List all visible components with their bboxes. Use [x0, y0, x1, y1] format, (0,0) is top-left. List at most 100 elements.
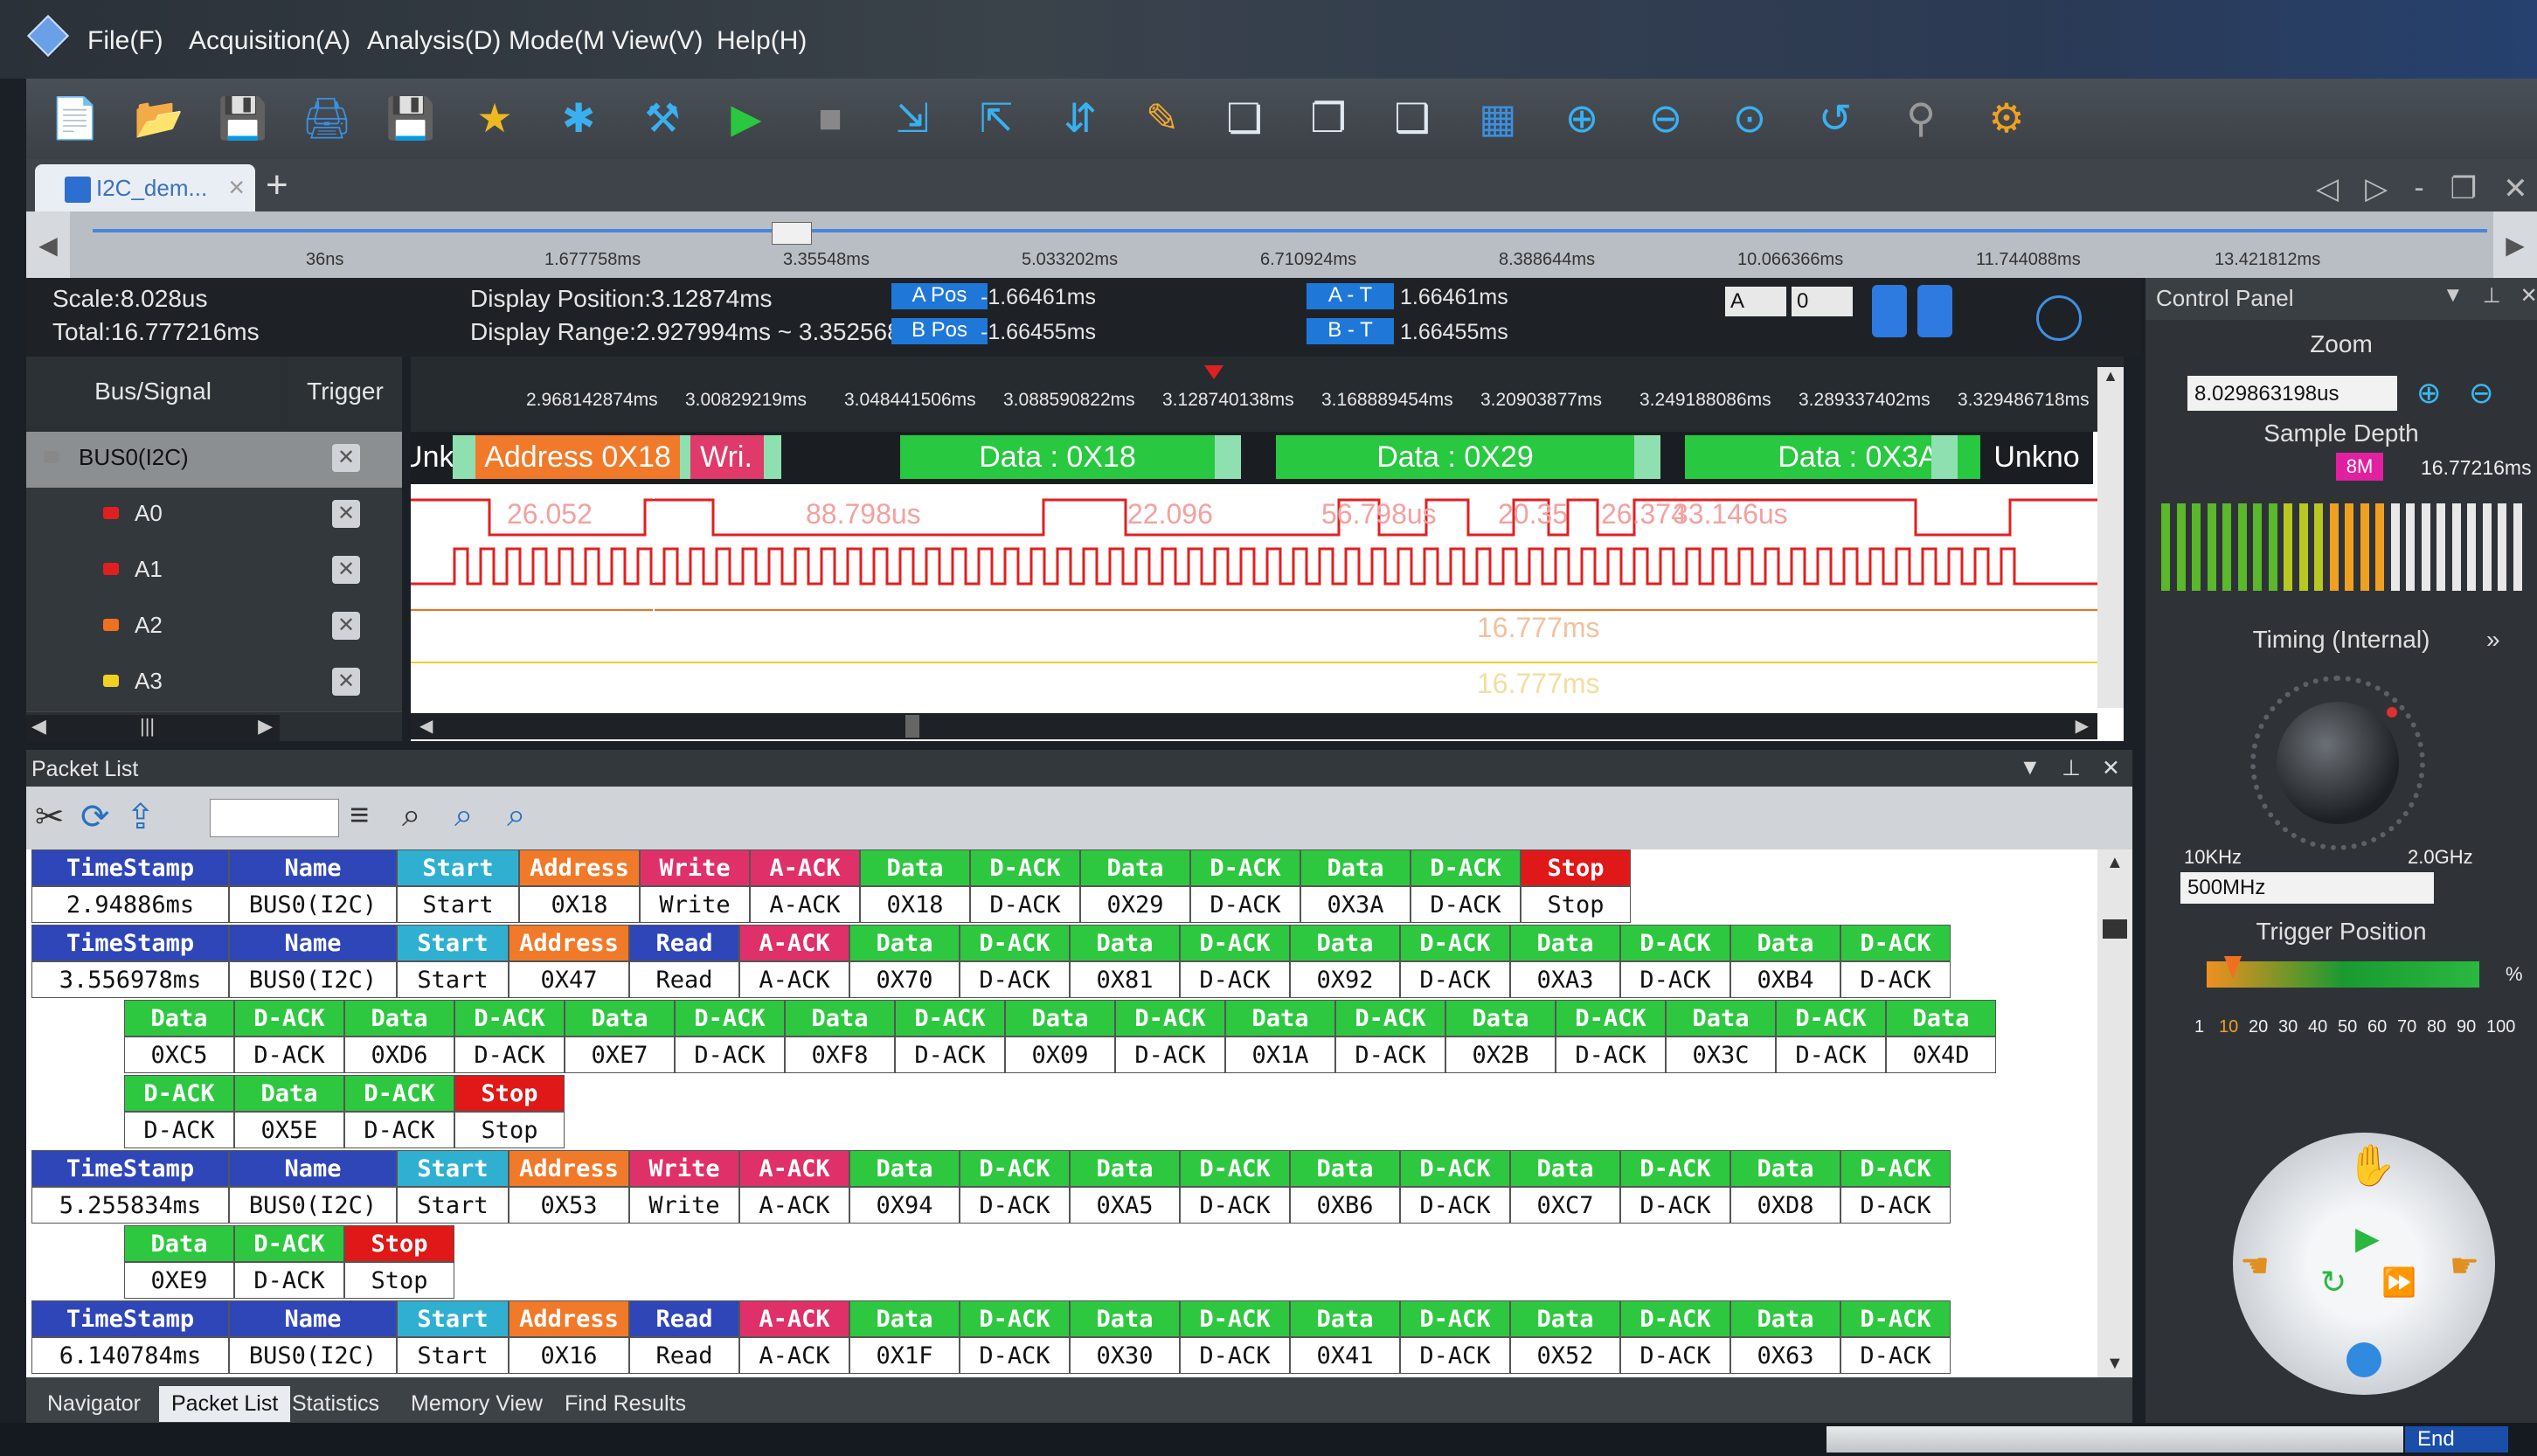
pin-icon[interactable]: ⚲ [1891, 87, 1951, 149]
tools-icon[interactable]: ⚒ [633, 87, 692, 149]
settings-icon[interactable]: ⚙ [1977, 87, 2036, 149]
trigger-position-slider[interactable] [2207, 961, 2479, 988]
star-icon[interactable]: ★ [465, 87, 524, 149]
marker-a-icon[interactable] [1872, 285, 1907, 337]
packet-value-cell[interactable]: D-ACK [1400, 1337, 1510, 1374]
cursor-marker-icon[interactable]: ⇵ [1050, 87, 1110, 149]
play-icon[interactable]: ▶ [2355, 1220, 2380, 1257]
bus-segment[interactable]: Data : 0X29 [1276, 435, 1634, 479]
frequency-knob[interactable] [2250, 676, 2425, 850]
packet-value-cell[interactable]: Start [397, 961, 509, 998]
cursor-icon[interactable]: ⇱ [967, 87, 1026, 149]
bus-segment[interactable]: Wri. [689, 435, 764, 479]
signal-row[interactable]: A0 ✕ [26, 488, 402, 544]
signal-scrollbar[interactable]: ◀ ||| ▶ [26, 715, 280, 741]
packet-value-cell[interactable]: 0XD6 [344, 1037, 454, 1073]
pointer-hand-icon[interactable]: ✋ [2346, 1141, 2396, 1189]
packet-value-cell[interactable]: 0X41 [1290, 1337, 1400, 1374]
packet-value-cell[interactable]: A-ACK [750, 886, 860, 923]
export-icon[interactable]: ⇪ [126, 797, 156, 837]
packet-value-cell[interactable]: 0X3A [1300, 886, 1411, 923]
signal-row[interactable]: A3 ✕ [26, 655, 402, 712]
refresh-icon[interactable]: ⟳ [80, 797, 110, 837]
packet-value-cell[interactable]: D-ACK [1335, 1037, 1445, 1073]
packet-value-cell[interactable]: D-ACK [1115, 1037, 1225, 1073]
packet-value-cell[interactable]: 3.556978ms [31, 961, 229, 998]
packet-value-cell[interactable]: 0XE7 [565, 1037, 675, 1073]
packet-value-cell[interactable]: 0XF8 [785, 1037, 895, 1073]
run-control-dial[interactable]: ✋ ▶ ↻ ⏩ ☚ ☛ [2233, 1133, 2495, 1395]
menu-helph[interactable]: Help(H) [717, 26, 807, 56]
bus-segment[interactable]: Unk. [411, 435, 453, 479]
packet-value-cell[interactable]: 0X52 [1510, 1337, 1620, 1374]
trigger-toggle-icon[interactable]: ✕ [332, 668, 360, 696]
menu-acquisitiona[interactable]: Acquisition(A) [189, 26, 350, 56]
list-format-icon[interactable]: ≡ [350, 797, 369, 835]
pin-icon[interactable]: ⊥ [2483, 283, 2501, 309]
packet-value-cell[interactable]: BUS0(I2C) [229, 1337, 397, 1374]
clipboard-icon[interactable]: ❑ [1383, 87, 1442, 149]
zoom-out-icon[interactable]: ⊖ [1636, 87, 1695, 149]
trigger-toggle-icon[interactable]: ✕ [332, 612, 360, 640]
cursor-add-icon[interactable]: ⇲ [883, 87, 942, 149]
packet-value-cell[interactable]: A-ACK [739, 1337, 849, 1374]
packet-value-cell[interactable]: 0XE9 [124, 1262, 234, 1299]
add-tab-button[interactable]: + [266, 166, 288, 205]
packet-value-cell[interactable]: 0XA5 [1070, 1187, 1180, 1224]
packet-value-cell[interactable]: D-ACK [1400, 1187, 1510, 1224]
packet-value-cell[interactable]: D-ACK [344, 1112, 454, 1148]
packet-value-cell[interactable]: D-ACK [1180, 1187, 1290, 1224]
repeat-icon[interactable]: ↻ [2320, 1264, 2346, 1300]
packet-value-cell[interactable]: D-ACK [234, 1037, 344, 1073]
time-sync-icon[interactable] [2036, 295, 2082, 341]
packet-value-cell[interactable]: 0XC7 [1510, 1187, 1620, 1224]
find-icon[interactable]: ⌕ [402, 797, 420, 835]
packet-value-cell[interactable]: D-ACK [960, 1187, 1070, 1224]
menu-filef[interactable]: File(F) [87, 26, 163, 56]
frequency-select[interactable]: 500MHz [2180, 872, 2434, 904]
packet-value-cell[interactable]: 0X2B [1445, 1037, 1556, 1073]
zoom-in-icon[interactable]: ⊕ [2416, 376, 2442, 411]
refresh-icon[interactable]: ↺ [1806, 87, 1865, 149]
packet-value-cell[interactable]: D-ACK [1400, 961, 1510, 998]
dropdown-icon[interactable]: ▼ [2443, 283, 2464, 309]
packet-value-cell[interactable]: Stop [1521, 886, 1631, 923]
packet-value-cell[interactable]: 0X09 [1005, 1037, 1115, 1073]
packet-value-cell[interactable]: D-ACK [1556, 1037, 1666, 1073]
trigger-toggle-icon[interactable]: ✕ [332, 556, 360, 584]
packet-value-cell[interactable]: 0XB6 [1290, 1187, 1400, 1224]
stop-icon[interactable]: ■ [801, 87, 860, 149]
stop-circle-icon[interactable] [2346, 1342, 2381, 1377]
tab-i2c-demo[interactable]: I2C_dem... × [35, 164, 255, 211]
bus-segment[interactable]: Data : 0X18 [900, 435, 1215, 479]
zoom-value-select[interactable]: 8.029863198us [2187, 376, 2397, 411]
panel-close-icon[interactable]: ✕ [2520, 283, 2537, 309]
binary-icon[interactable]: ▦ [1468, 87, 1528, 149]
tab-packet-list[interactable]: Packet List [159, 1386, 291, 1422]
packet-value-cell[interactable]: 0X16 [509, 1337, 629, 1374]
overview-left-arrow[interactable]: ◀ [26, 211, 70, 278]
dropdown-icon[interactable]: ▼ [2020, 755, 2041, 781]
cursor-select-0[interactable]: 0 [1792, 287, 1853, 316]
packet-value-cell[interactable]: 0X63 [1730, 1337, 1840, 1374]
overview-thumb[interactable] [772, 222, 812, 245]
minimize-icon[interactable]: - [2414, 171, 2423, 206]
overview-scrollbar[interactable]: ◀ ▶ 36ns 1.677758ms 3.35548ms 5.033202ms 6.7… [26, 211, 2537, 278]
find-prev-icon[interactable]: ⌕ [454, 797, 473, 835]
right-hand-icon[interactable]: ☛ [2450, 1246, 2479, 1286]
left-hand-icon[interactable]: ☚ [2240, 1246, 2270, 1286]
packet-search-input[interactable] [210, 799, 339, 837]
sample-depth-slider[interactable] [2161, 495, 2528, 600]
menu-modem[interactable]: Mode(M [509, 26, 605, 56]
packet-value-cell[interactable]: 0X1F [849, 1337, 960, 1374]
packet-value-cell[interactable]: Stop [454, 1112, 565, 1148]
packet-value-cell[interactable]: D-ACK [1840, 1187, 1951, 1224]
packet-value-cell[interactable]: 0X30 [1070, 1337, 1180, 1374]
nav-prev-icon[interactable]: ◁ [2316, 171, 2339, 206]
packet-value-cell[interactable]: D-ACK [1620, 1337, 1730, 1374]
packet-value-cell[interactable]: A-ACK [739, 961, 849, 998]
packet-value-cell[interactable]: 0X81 [1070, 961, 1180, 998]
zoom-out-icon[interactable]: ⊖ [2469, 376, 2494, 411]
bus-segment[interactable]: Unkno [1980, 435, 2093, 479]
packet-value-cell[interactable]: 0X5E [234, 1112, 344, 1148]
